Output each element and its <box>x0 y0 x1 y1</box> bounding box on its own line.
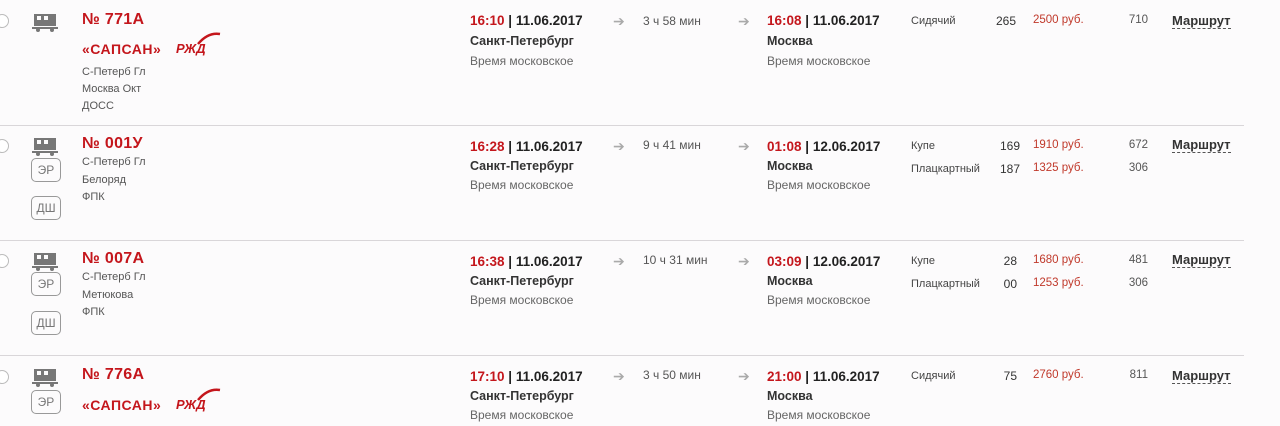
arrival-tz: Время московское <box>767 54 871 68</box>
train-icon <box>32 138 58 156</box>
info-line-3: ДОСС <box>82 100 114 112</box>
info-line-2: Москва Окт <box>82 83 142 95</box>
arrival-datetime: 03:09 | 12.06.2017 <box>767 254 881 269</box>
departure-city: Санкт-Петербург <box>470 389 574 403</box>
select-radio[interactable] <box>0 14 9 28</box>
car-class[interactable]: Плацкартный <box>911 163 980 175</box>
train-row[interactable]: ЭР ДШ № 007А С-Петерб Гл Метюкова ФПК 16… <box>0 241 1244 356</box>
arrival-tz: Время московское <box>767 178 871 192</box>
info-line-2: Белоряд <box>82 174 126 186</box>
route-link[interactable]: Маршрут <box>1172 13 1231 29</box>
departure-datetime: 16:10 | 11.06.2017 <box>470 13 583 28</box>
departure-city: Санкт-Петербург <box>470 34 574 48</box>
e-registration-badge: ЭР <box>31 272 61 296</box>
arrow-right-icon: ➔ <box>738 368 750 384</box>
train-brand: «САПСАН» <box>82 397 162 413</box>
departure-datetime: 17:10 | 11.06.2017 <box>470 369 583 384</box>
price: 1680 руб. <box>1033 254 1084 266</box>
departure-tz: Время московское <box>470 54 574 68</box>
long-distance-badge: ДШ <box>31 311 61 335</box>
arrival-city: Москва <box>767 34 813 48</box>
train-number[interactable]: № 776А <box>82 366 144 384</box>
seats-count: 187 <box>999 162 1020 176</box>
arrow-right-icon: ➔ <box>738 138 750 154</box>
car-class[interactable]: Купе <box>911 255 935 267</box>
price: 2760 руб. <box>1033 369 1084 381</box>
train-icon <box>32 253 58 271</box>
arrival-tz: Время московское <box>767 293 871 307</box>
bonus-points: 306 <box>1128 277 1148 289</box>
arrival-datetime: 21:00 | 11.06.2017 <box>767 369 880 384</box>
bonus-points: 811 <box>1129 369 1148 381</box>
bonus-points: 481 <box>1128 254 1148 266</box>
bonus-points: 672 <box>1128 139 1148 151</box>
info-line-1: С-Петерб Гл <box>82 156 146 168</box>
select-radio[interactable] <box>0 139 9 153</box>
arrow-right-icon: ➔ <box>738 253 750 269</box>
seats-count: 75 <box>1003 369 1017 383</box>
bonus-points: 306 <box>1128 162 1148 174</box>
departure-city: Санкт-Петербург <box>470 274 574 288</box>
duration: 9 ч 41 мин <box>643 138 701 152</box>
train-number[interactable]: № 007А <box>82 250 144 268</box>
arrow-right-icon: ➔ <box>613 253 625 269</box>
arrow-right-icon: ➔ <box>613 13 625 29</box>
bonus-points: 710 <box>1128 14 1148 26</box>
duration: 3 ч 50 мин <box>643 368 701 382</box>
route-link[interactable]: Маршрут <box>1172 137 1231 153</box>
route-link[interactable]: Маршрут <box>1172 368 1231 384</box>
car-class[interactable]: Сидячий <box>911 15 955 27</box>
train-number[interactable]: № 771А <box>82 11 144 29</box>
seats-count: 265 <box>995 14 1016 28</box>
seats-count: 00 <box>1003 277 1017 291</box>
arrival-datetime: 01:08 | 12.06.2017 <box>767 139 881 154</box>
arrival-city: Москва <box>767 389 813 403</box>
arrival-city: Москва <box>767 159 813 173</box>
duration: 10 ч 31 мин <box>643 253 708 267</box>
car-class[interactable]: Купе <box>911 140 935 152</box>
e-registration-badge: ЭР <box>31 158 61 182</box>
train-icon <box>32 14 58 32</box>
info-line-1: С-Петерб Гл <box>82 271 146 283</box>
train-brand: «САПСАН» <box>82 41 162 57</box>
seats-count: 169 <box>999 139 1020 153</box>
rzd-swoosh-icon <box>197 32 221 45</box>
departure-datetime: 16:28 | 11.06.2017 <box>470 139 583 154</box>
departure-tz: Время московское <box>470 408 574 422</box>
price: 1910 руб. <box>1033 139 1084 151</box>
price: 1253 руб. <box>1033 277 1084 289</box>
arrow-right-icon: ➔ <box>613 368 625 384</box>
info-line-3: ФПК <box>82 191 105 203</box>
info-line-1: С-Петерб Гл <box>82 66 146 78</box>
duration: 3 ч 58 мин <box>643 14 701 28</box>
select-radio[interactable] <box>0 370 9 384</box>
car-class[interactable]: Сидячий <box>911 370 955 382</box>
rzd-swoosh-icon <box>197 388 221 401</box>
price: 2500 руб. <box>1033 14 1084 26</box>
departure-tz: Время московское <box>470 293 574 307</box>
car-class[interactable]: Плацкартный <box>911 278 980 290</box>
departure-city: Санкт-Петербург <box>470 159 574 173</box>
seats-count: 28 <box>1003 254 1017 268</box>
price: 1325 руб. <box>1033 162 1084 174</box>
info-line-3: ФПК <box>82 306 105 318</box>
departure-tz: Время московское <box>470 178 574 192</box>
arrival-city: Москва <box>767 274 813 288</box>
long-distance-badge: ДШ <box>31 196 61 220</box>
route-link[interactable]: Маршрут <box>1172 252 1231 268</box>
train-number[interactable]: № 001У <box>82 135 143 153</box>
e-registration-badge: ЭР <box>31 390 61 414</box>
train-icon <box>32 369 58 387</box>
train-row[interactable]: № 771А «САПСАН» РЖД С-Петерб Гл Москва О… <box>0 0 1244 126</box>
arrow-right-icon: ➔ <box>613 138 625 154</box>
arrival-datetime: 16:08 | 11.06.2017 <box>767 13 880 28</box>
arrow-right-icon: ➔ <box>738 13 750 29</box>
train-row[interactable]: ЭР ДШ № 001У С-Петерб Гл Белоряд ФПК 16:… <box>0 126 1244 241</box>
arrival-tz: Время московское <box>767 408 871 422</box>
select-radio[interactable] <box>0 254 9 268</box>
departure-datetime: 16:38 | 11.06.2017 <box>470 254 583 269</box>
info-line-2: Метюкова <box>82 289 134 301</box>
